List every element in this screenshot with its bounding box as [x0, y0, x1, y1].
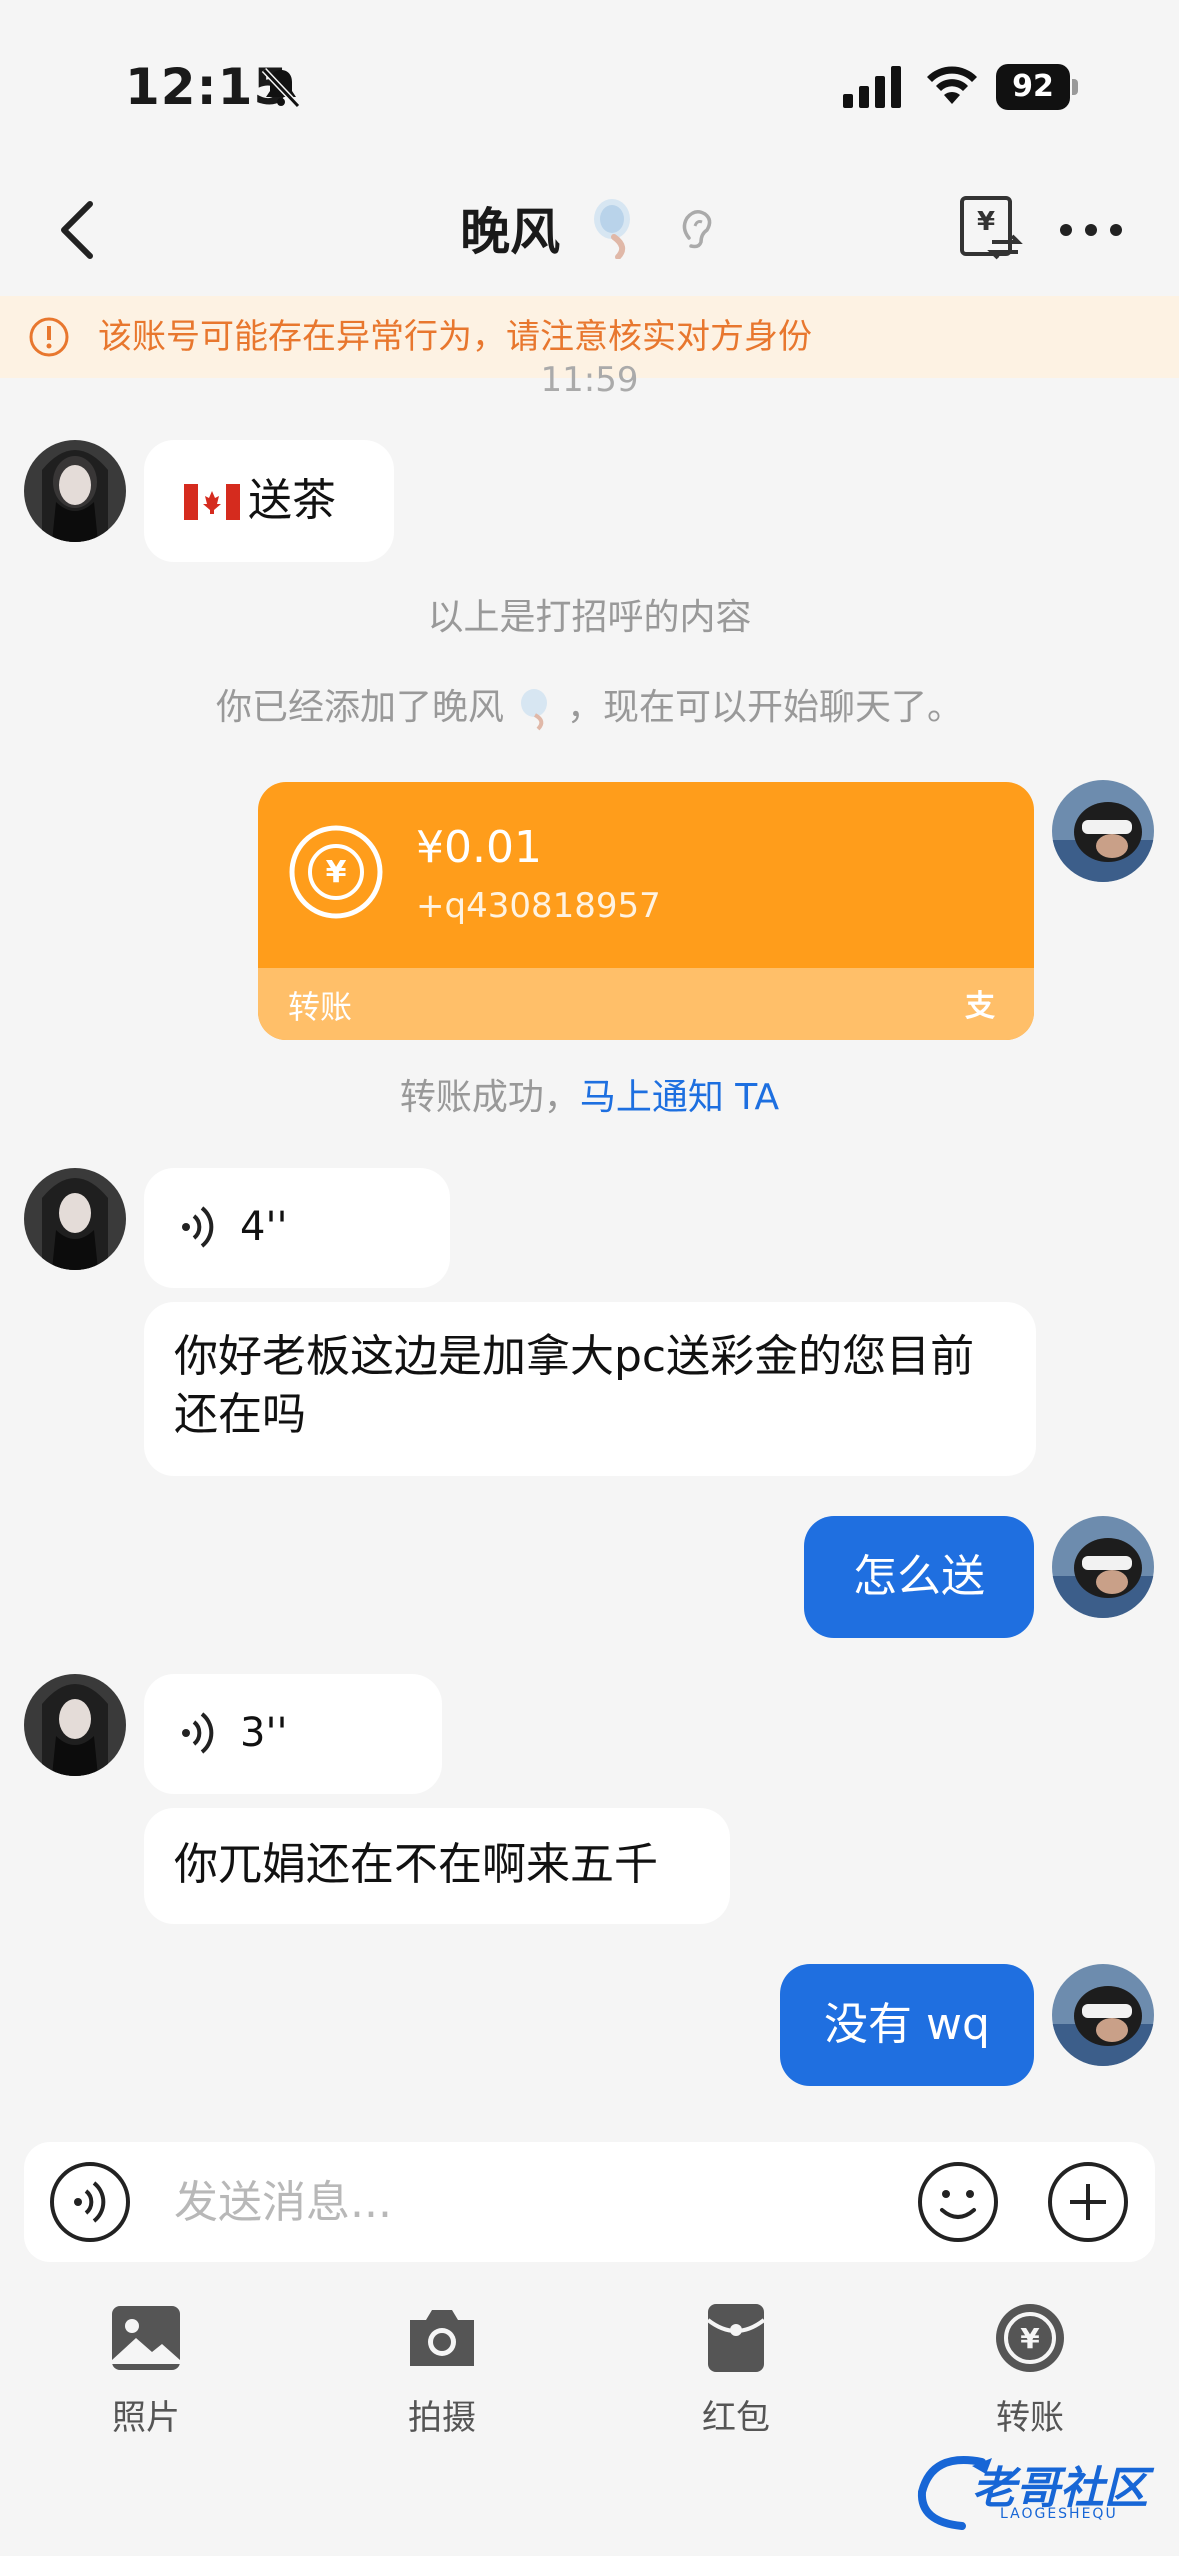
- notify-link[interactable]: 马上通知 TA: [580, 1077, 779, 1118]
- message-time: 11:59: [540, 360, 639, 400]
- my-avatar[interactable]: [1052, 780, 1154, 882]
- voice-message-bubble[interactable]: 4'': [144, 1168, 450, 1288]
- photo-label: 照片: [112, 2398, 180, 2438]
- camera-button[interactable]: 拍摄: [362, 2290, 522, 2440]
- camera-label: 拍摄: [408, 2398, 476, 2438]
- outgoing-message-bubble[interactable]: 怎么送: [804, 1516, 1034, 1638]
- message-text: 没有 wq: [824, 1999, 990, 2050]
- canada-flag-icon: [184, 484, 240, 520]
- red-packet-icon: [706, 2304, 766, 2372]
- message-input[interactable]: [174, 2162, 894, 2242]
- transfer-status-note: 转账成功，马上通知 TA: [0, 1068, 1179, 1120]
- bell-muted-icon: [261, 67, 301, 109]
- transfer-status-text: 转账成功，: [399, 1077, 580, 1118]
- outgoing-message-bubble[interactable]: 没有 wq: [780, 1964, 1034, 2086]
- emoji-icon[interactable]: [916, 2160, 1000, 2244]
- ear-icon: [682, 210, 712, 249]
- contact-avatar[interactable]: [24, 440, 126, 542]
- transfer-label: 转账: [996, 2398, 1064, 2438]
- watermark: 老哥社区 LAOGESHEQU: [912, 2446, 1172, 2536]
- camera-icon: [410, 2310, 474, 2366]
- message-input-bar: [24, 2142, 1155, 2262]
- text-message-bubble[interactable]: 你兀娟还在不在啊来五千: [144, 1808, 730, 1924]
- currency-exchange-icon[interactable]: ¥: [956, 194, 1026, 264]
- contact-emoji-icon: [520, 689, 547, 731]
- text-message-bubble[interactable]: 你好老板这边是加拿大pc送彩金的您目前还在吗: [144, 1302, 1036, 1476]
- alipay-icon: 支: [965, 989, 995, 1024]
- svg-text:¥: ¥: [1020, 2322, 1040, 2355]
- transfer-card-top: ¥ ¥0.01 +q430818957: [258, 782, 1034, 968]
- message-text: 怎么送: [853, 1551, 985, 1602]
- wifi-icon: [927, 66, 977, 104]
- transfer-note: +q430818957: [416, 886, 661, 926]
- transfer-card[interactable]: ¥ ¥0.01 +q430818957 转账 支: [258, 782, 1034, 1040]
- svg-text:¥: ¥: [977, 207, 995, 237]
- message-text: 你好老板这边是加拿大pc送彩金的您目前还在吗: [174, 1331, 975, 1440]
- voice-wave-icon: [182, 1206, 214, 1248]
- bottom-toolbar: 照片 拍摄 红包 ¥ 转账: [0, 2290, 1179, 2470]
- transfer-icon: ¥: [996, 2304, 1064, 2372]
- transfer-card-footer: 转账 支: [258, 968, 1034, 1040]
- plus-icon[interactable]: [1046, 2160, 1130, 2244]
- photo-button[interactable]: 照片: [66, 2290, 226, 2440]
- chat-title: 晚风: [460, 203, 561, 261]
- red-packet-button[interactable]: 红包: [656, 2290, 816, 2440]
- transfer-button[interactable]: ¥ 转账: [950, 2290, 1110, 2440]
- message-text: 你兀娟还在不在啊来五千: [174, 1839, 658, 1890]
- status-bar: 12:15 92: [0, 0, 1179, 170]
- system-added-note: 你已经添加了晚风 ，现在可以开始聊天了。: [0, 678, 1179, 731]
- transfer-amount: ¥0.01: [416, 822, 542, 873]
- profile-emoji-icon: [593, 199, 630, 259]
- battery-level: 92: [996, 64, 1070, 110]
- voice-message-bubble[interactable]: 3'': [144, 1674, 442, 1794]
- voice-duration: 4'': [240, 1204, 288, 1250]
- svg-text:支: 支: [965, 989, 995, 1024]
- warning-text: 该账号可能存在异常行为，请注意核实对方身份: [98, 317, 812, 357]
- greeting-bubble[interactable]: 送茶: [144, 440, 394, 562]
- transfer-yuan-icon: ¥: [289, 825, 383, 919]
- contact-avatar[interactable]: [24, 1168, 126, 1270]
- voice-input-icon[interactable]: [48, 2160, 132, 2244]
- info-icon: [29, 317, 69, 357]
- red-packet-label: 红包: [702, 2398, 770, 2438]
- more-options-icon[interactable]: [1056, 210, 1126, 250]
- greeting-text: 送茶: [248, 475, 336, 526]
- photo-icon: [112, 2306, 180, 2370]
- system-added-suffix: ，现在可以开始聊天了。: [566, 687, 963, 728]
- battery-indicator: 92: [996, 64, 1078, 110]
- transfer-label: 转账: [288, 988, 353, 1026]
- cellular-signal-icon: [843, 66, 901, 108]
- system-added-prefix: 你已经添加了晚风: [216, 687, 505, 728]
- system-greeting-note: 以上是打招呼的内容: [427, 597, 752, 638]
- svg-text:¥: ¥: [326, 855, 347, 890]
- voice-duration: 3'': [240, 1710, 288, 1756]
- my-avatar[interactable]: [1052, 1516, 1154, 1618]
- battery-tip: [1072, 79, 1078, 95]
- contact-avatar[interactable]: [24, 1674, 126, 1776]
- nav-bar: 晚风 ¥: [0, 170, 1179, 290]
- watermark-subtext: LAOGESHEQU: [1000, 2506, 1118, 2522]
- my-avatar[interactable]: [1052, 1964, 1154, 2066]
- voice-wave-icon: [182, 1712, 214, 1754]
